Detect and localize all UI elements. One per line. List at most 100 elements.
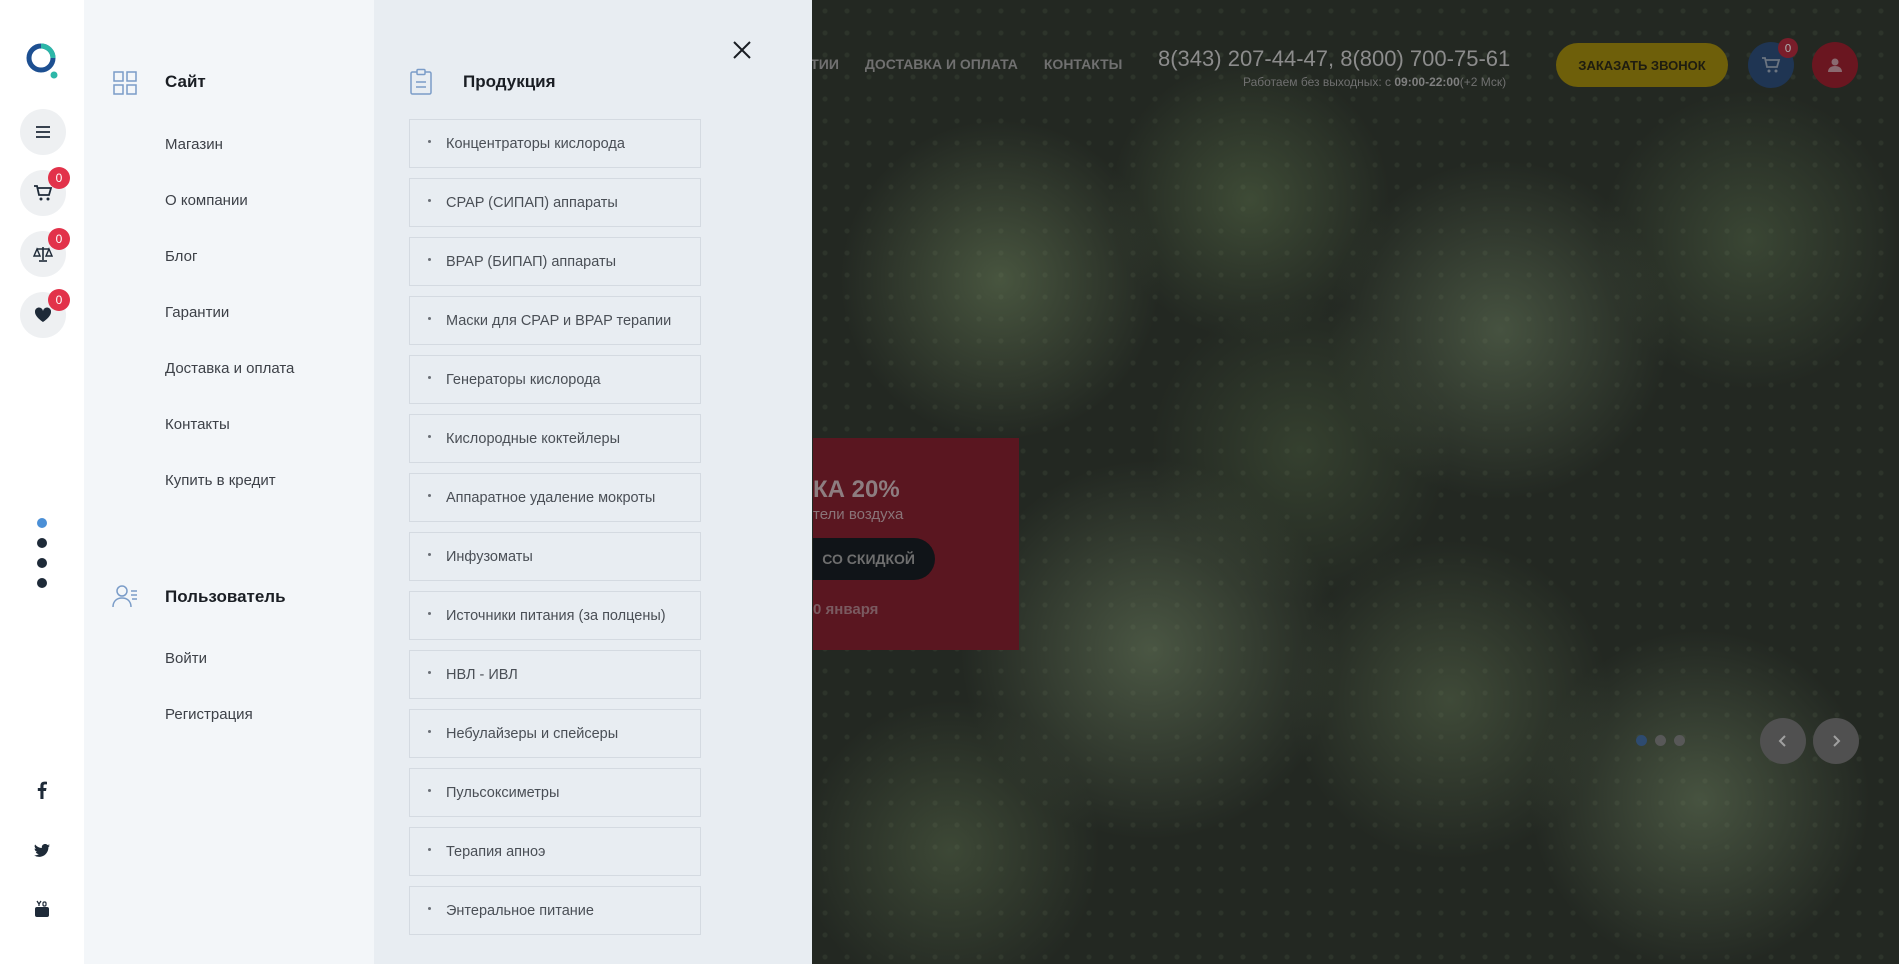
product-category-item[interactable]: Концентраторы кислорода: [409, 119, 701, 168]
site-menu-item-about[interactable]: О компании: [165, 191, 294, 247]
product-category-label: Инфузоматы: [446, 548, 533, 565]
working-hours-suffix: (+2 Мск): [1459, 75, 1507, 89]
product-category-label: Энтеральное питание: [446, 902, 594, 919]
phone-numbers[interactable]: 8(343) 207-44-47, 8(800) 700-75-61: [1158, 46, 1510, 72]
compare-button[interactable]: 0: [20, 228, 70, 277]
products-menu-list: Концентраторы кислорода CPAP (СИПАП) апп…: [409, 119, 701, 945]
clipboard-icon: [410, 68, 432, 95]
section-dot[interactable]: [37, 558, 47, 568]
cart-icon: [1762, 57, 1781, 73]
product-category-item[interactable]: Генераторы кислорода: [409, 355, 701, 404]
bullet-icon: [428, 258, 431, 261]
slider-dot[interactable]: [1674, 735, 1685, 746]
site-menu-item-contacts[interactable]: Контакты: [165, 415, 294, 471]
product-category-item[interactable]: Терапия апноэ: [409, 827, 701, 876]
menu-toggle-button[interactable]: [20, 109, 66, 155]
site-menu-item-guarantees[interactable]: Гарантии: [165, 303, 294, 359]
working-hours: Работаем без выходных: с 09:00-22:00(+2 …: [1243, 75, 1506, 89]
product-category-item[interactable]: CPAP (СИПАП) аппараты: [409, 178, 701, 227]
product-category-item[interactable]: Пульсоксиметры: [409, 768, 701, 817]
twitter-icon: [34, 843, 50, 857]
product-category-item[interactable]: Кислородные коктейлеры: [409, 414, 701, 463]
favorites-badge: 0: [48, 289, 70, 311]
slider-dot[interactable]: [1636, 735, 1647, 746]
cart-icon: [34, 185, 53, 201]
twitter-link[interactable]: [27, 835, 57, 865]
site-menu-list: Магазин О компании Блог Гарантии Доставк…: [165, 135, 294, 527]
header-user-button[interactable]: [1812, 42, 1858, 88]
slider-dot[interactable]: [1655, 735, 1666, 746]
user-section-title: Пользователь: [165, 587, 286, 606]
scales-icon: [33, 247, 53, 262]
site-menu-item-credit[interactable]: Купить в кредит: [165, 471, 294, 527]
order-call-button[interactable]: ЗАКАЗАТЬ ЗВОНОК: [1556, 43, 1728, 87]
site-menu-item-shop[interactable]: Магазин: [165, 135, 294, 191]
bullet-icon: [428, 494, 431, 497]
products-menu-panel: Продукция Концентраторы кислорода CPAP (…: [374, 0, 812, 964]
favorites-button[interactable]: 0: [20, 289, 70, 338]
product-category-label: Маски для CPAP и BPAP терапии: [446, 312, 672, 329]
working-hours-time: 09:00-22:00: [1394, 75, 1460, 89]
close-icon: [733, 41, 751, 59]
section-dots: [37, 518, 47, 588]
product-category-item[interactable]: Аппаратное удаление мокроты: [409, 473, 701, 522]
header-cart-button[interactable]: 0: [1748, 38, 1798, 88]
bullet-icon: [428, 140, 431, 143]
user-menu-item-login[interactable]: Войти: [165, 649, 253, 705]
product-category-label: Источники питания (за полцены): [446, 607, 666, 624]
youtube-link[interactable]: [27, 894, 57, 924]
product-category-item[interactable]: НВЛ - ИВЛ: [409, 650, 701, 699]
products-section-title: Продукция: [463, 72, 556, 91]
bullet-icon: [428, 907, 431, 910]
section-dot[interactable]: [37, 538, 47, 548]
heart-icon: [34, 307, 52, 322]
cart-button[interactable]: 0: [20, 167, 70, 216]
user-menu-list: Войти Регистрация: [165, 649, 253, 761]
product-category-label: Аппаратное удаление мокроты: [446, 489, 656, 506]
bullet-icon: [428, 730, 431, 733]
nav-item[interactable]: ДОСТАВКА И ОПЛАТА: [865, 56, 1018, 72]
product-category-label: Терапия апноэ: [446, 843, 546, 860]
working-hours-prefix: Работаем без выходных: с: [1243, 75, 1395, 89]
close-menu-button[interactable]: [728, 36, 756, 64]
product-category-item[interactable]: Небулайзеры и спейсеры: [409, 709, 701, 758]
bullet-icon: [428, 435, 431, 438]
product-category-item[interactable]: Инфузоматы: [409, 532, 701, 581]
section-dot[interactable]: [37, 518, 47, 528]
promo-subtitle: тели воздуха: [813, 506, 904, 523]
facebook-link[interactable]: [27, 775, 57, 805]
chevron-right-icon: [1833, 735, 1841, 747]
product-category-item[interactable]: BPAP (БИПАП) аппараты: [409, 237, 701, 286]
product-category-label: НВЛ - ИВЛ: [446, 666, 518, 683]
promo-date: 0 января: [813, 601, 879, 618]
section-dot[interactable]: [37, 578, 47, 588]
site-section-title: Сайт: [165, 72, 206, 91]
slider-prev-button[interactable]: [1760, 718, 1806, 764]
product-category-label: Концентраторы кислорода: [446, 135, 625, 152]
product-category-label: Небулайзеры и спейсеры: [446, 725, 619, 742]
compare-badge: 0: [48, 228, 70, 250]
promo-button[interactable]: СО СКИДКОЙ: [813, 538, 935, 580]
product-category-item[interactable]: Энтеральное питание: [409, 886, 701, 935]
product-category-item[interactable]: Источники питания (за полцены): [409, 591, 701, 640]
bullet-icon: [428, 376, 431, 379]
site-menu-panel: Сайт Магазин О компании Блог Гарантии До…: [84, 0, 374, 964]
top-nav: АНТИИ ДОСТАВКА И ОПЛАТА КОНТАКТЫ: [790, 56, 1122, 72]
user-list-icon: [112, 585, 137, 608]
bullet-icon: [428, 671, 431, 674]
bullet-icon: [428, 789, 431, 792]
header-cart-badge: 0: [1778, 38, 1798, 58]
logo-icon[interactable]: [25, 42, 59, 80]
user-icon: [1828, 58, 1842, 72]
user-menu-item-register[interactable]: Регистрация: [165, 705, 253, 761]
site-menu-item-delivery[interactable]: Доставка и оплата: [165, 359, 294, 415]
nav-item[interactable]: КОНТАКТЫ: [1044, 56, 1122, 72]
product-category-item[interactable]: Маски для CPAP и BPAP терапии: [409, 296, 701, 345]
cart-badge: 0: [48, 167, 70, 189]
slider-dots: [1636, 735, 1685, 746]
hamburger-icon: [36, 126, 50, 138]
site-menu-item-blog[interactable]: Блог: [165, 247, 294, 303]
youtube-icon: [35, 900, 49, 917]
product-category-label: Генераторы кислорода: [446, 371, 601, 388]
slider-next-button[interactable]: [1813, 718, 1859, 764]
